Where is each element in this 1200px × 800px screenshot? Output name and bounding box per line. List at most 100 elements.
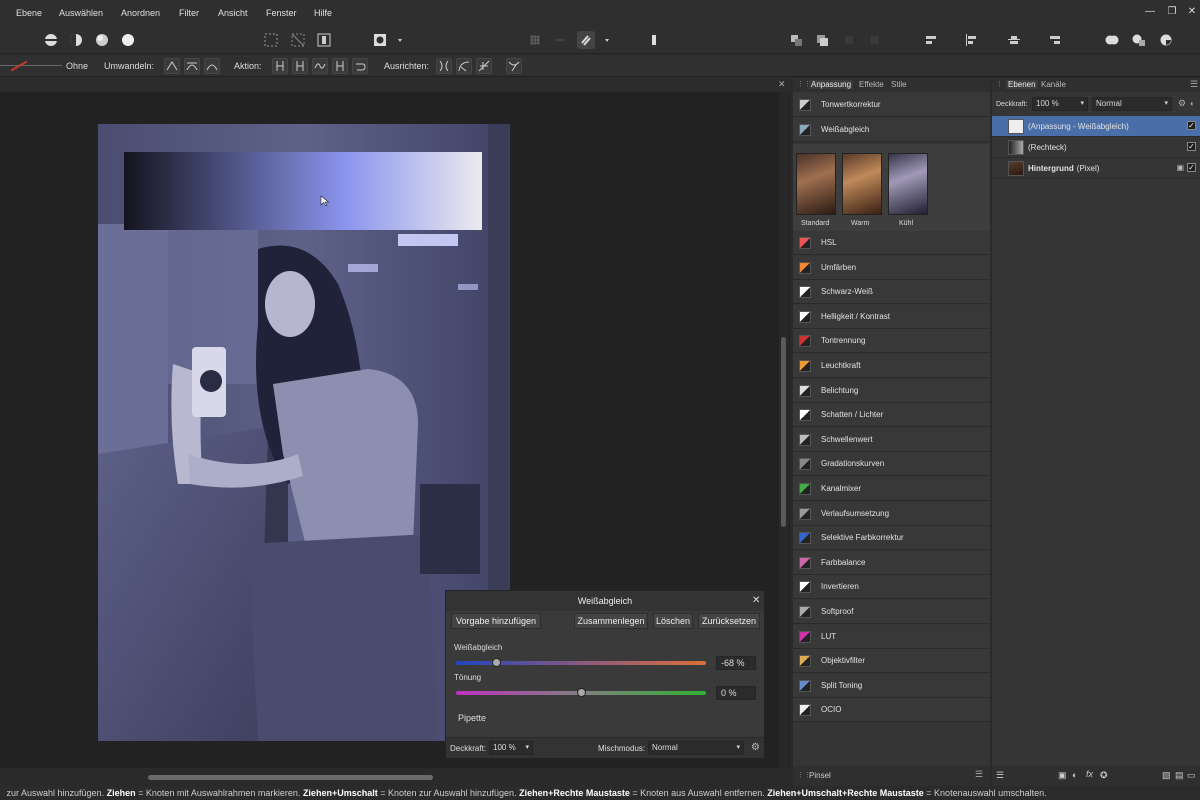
boolean-intersect-icon[interactable] [1157, 31, 1175, 49]
layer-row[interactable]: ▣ Hintergrund (Pixel) ✓ [992, 158, 1200, 179]
adjustment-item-ocio[interactable]: OCIO [793, 698, 990, 723]
persona-liquify-icon[interactable] [67, 31, 85, 49]
menu-fenster[interactable]: Fenster [266, 8, 297, 18]
menu-ansicht[interactable]: Ansicht [218, 8, 248, 18]
menu-anordnen[interactable]: Anordnen [121, 8, 160, 18]
align-nodes-distribute-icon[interactable] [476, 58, 492, 74]
white-balance-slider-knob[interactable] [491, 658, 501, 667]
assistant-icon[interactable] [645, 31, 663, 49]
layers-panel-menu-icon[interactable]: ☰ [1190, 79, 1198, 90]
layer-visibility-checkbox[interactable]: ✓ [1187, 163, 1196, 172]
delete-layer-icon[interactable]: ▭ [1187, 770, 1196, 781]
stroke-value[interactable]: Ohne [66, 61, 88, 71]
align-nodes-reset-icon[interactable] [506, 58, 522, 74]
adjustment-item-channel-mixer[interactable]: Kanalmixer [793, 477, 990, 501]
align-middle-icon[interactable] [1005, 31, 1023, 49]
menu-auswaehlen[interactable]: Auswählen [59, 8, 103, 18]
stroke-preview[interactable] [0, 65, 62, 66]
tab-effekte[interactable]: Effekte [859, 80, 884, 89]
dialog-settings-gear-icon[interactable]: ⚙ [751, 742, 760, 753]
align-center-icon[interactable] [962, 31, 980, 49]
snapping-grid-icon[interactable] [526, 31, 544, 49]
layers-opacity-field[interactable]: 100 % ▾ [1032, 97, 1088, 111]
action-close-icon[interactable] [292, 58, 308, 74]
preset-thumb-warm[interactable] [842, 153, 882, 215]
menu-ebene[interactable]: Ebene [16, 8, 42, 18]
canvas-horizontal-scrollbar[interactable] [0, 768, 790, 786]
fx-icon[interactable]: fx [1086, 769, 1093, 779]
group-layer-icon[interactable]: ▧ [1162, 770, 1171, 781]
snapping-dropdown-icon[interactable] [598, 31, 609, 49]
arrange-forward-icon[interactable] [840, 31, 858, 49]
mask-dropdown-icon[interactable] [391, 31, 402, 49]
freehand-select-icon[interactable] [289, 31, 307, 49]
layers-settings-gear-icon[interactable]: ⚙ [1178, 98, 1186, 109]
layer-visibility-checkbox[interactable]: ✓ [1187, 142, 1196, 151]
marquee-select-icon[interactable] [262, 31, 280, 49]
adjustment-item-threshold[interactable]: Schwellenwert [793, 427, 990, 452]
adjustment-item-split-toning[interactable]: Split Toning [793, 673, 990, 698]
adjustment-item-hsl[interactable]: HSL [793, 231, 990, 255]
adjustment-item-soft-proof[interactable]: Softproof [793, 600, 990, 624]
white-balance-value-field[interactable]: -68 % [716, 656, 756, 670]
adjustment-item-exposure[interactable]: Belichtung [793, 378, 990, 403]
adjustment-item-posterize[interactable]: Tontrennung [793, 329, 990, 354]
arrange-front-icon[interactable] [866, 31, 884, 49]
add-preset-button[interactable]: Vorgabe hinzufügen [451, 613, 541, 629]
layer-row[interactable]: (Rechteck) ✓ [992, 137, 1200, 158]
vertical-scroll-thumb[interactable] [781, 337, 786, 527]
convert-smart-icon[interactable] [204, 58, 220, 74]
restore-icon[interactable]: ❐ [1166, 6, 1178, 18]
boolean-subtract-icon[interactable] [1130, 31, 1148, 49]
convert-smooth-icon[interactable] [184, 58, 200, 74]
tab-ebenen[interactable]: Ebenen [1006, 80, 1038, 89]
gradient-rectangle[interactable] [124, 152, 482, 230]
brush-panel-menu-icon[interactable]: ☰ [975, 769, 983, 780]
menu-filter[interactable]: Filter [179, 8, 199, 18]
convert-sharp-icon[interactable] [164, 58, 180, 74]
layer-row[interactable]: (Anpassung - Weißabgleich) ✓ [992, 116, 1200, 137]
preset-thumb-standard[interactable] [796, 153, 836, 215]
tab-stile[interactable]: Stile [891, 80, 907, 89]
tab-anpassung[interactable]: Anpassung [809, 80, 854, 89]
mask-layer-icon[interactable]: ▣ [1058, 770, 1067, 781]
adjustment-item-color-balance[interactable]: Farbbalance [793, 550, 990, 575]
dialog-close-icon[interactable]: ✕ [752, 595, 760, 606]
adjustment-item-vibrance[interactable]: Leuchtkraft [793, 354, 990, 378]
snapping-magnet-icon[interactable] [577, 31, 595, 49]
snapping-options-icon[interactable] [551, 31, 569, 49]
adjustment-item-shadows-highlights[interactable]: Schatten / Lichter [793, 403, 990, 428]
persona-photo-icon[interactable] [42, 31, 60, 49]
adjustment-item-curves[interactable]: Gradationskurven [793, 452, 990, 477]
minimize-icon[interactable]: — [1144, 6, 1156, 18]
tab-kanaele[interactable]: Kanäle [1041, 80, 1066, 89]
action-break-icon[interactable] [272, 58, 288, 74]
merge-button[interactable]: Zusammenlegen [574, 613, 648, 629]
adjustment-item-lut[interactable]: LUT [793, 624, 990, 649]
adjustment-item-gradient-map[interactable]: Verlaufsumsetzung [793, 501, 990, 526]
adjustment-item-invert[interactable]: Invertieren [793, 575, 990, 600]
selection-refine-icon[interactable] [315, 31, 333, 49]
layers-lock-icon[interactable]: ◐ [1190, 99, 1195, 108]
mask-icon[interactable] [371, 31, 389, 49]
adjustment-layer-icon[interactable]: ◐ [1072, 770, 1077, 780]
action-join-icon[interactable] [332, 58, 348, 74]
adjustment-item-white-balance[interactable]: Weißabgleich [793, 118, 990, 142]
close-document-icon[interactable]: ✕ [778, 79, 786, 90]
persona-develop-icon[interactable] [93, 31, 111, 49]
persona-tonemap-icon[interactable] [119, 31, 137, 49]
menu-hilfe[interactable]: Hilfe [314, 8, 332, 18]
horizontal-scroll-thumb[interactable] [148, 775, 433, 780]
canvas-vertical-scrollbar[interactable] [779, 92, 789, 768]
adjustment-item-levels[interactable]: Tonwertkorrektur [793, 93, 990, 117]
delete-button[interactable]: Löschen [653, 613, 693, 629]
arrange-backward-icon[interactable] [813, 31, 831, 49]
align-nodes-vertical-icon[interactable] [456, 58, 472, 74]
live-filter-icon[interactable]: ✪ [1100, 770, 1108, 781]
action-smooth-icon[interactable] [312, 58, 328, 74]
align-nodes-horizontal-icon[interactable] [436, 58, 452, 74]
pipette-button[interactable]: Pipette [458, 713, 486, 723]
align-right-icon[interactable] [1046, 31, 1064, 49]
layers-stack-icon[interactable]: ☰ [996, 770, 1004, 781]
action-reverse-icon[interactable] [352, 58, 368, 74]
